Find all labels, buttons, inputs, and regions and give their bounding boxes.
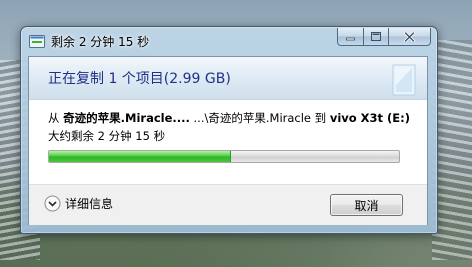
minimize-icon [346,37,355,40]
from-label: 从 [48,111,60,125]
desktop-background-right [432,40,472,260]
close-icon [404,31,415,42]
dialog-footer: 详细信息 取消 [29,184,427,225]
chevron-down-icon [44,195,61,212]
copy-window-icon [29,35,45,48]
dialog-content: 正在复制 1 个项目(2.99 GB) 从 奇迹的苹果.Miracle.... … [28,56,428,225]
title-bar[interactable]: 剩余 2 分钟 15 秒 [21,27,437,55]
document-graphic-icon [387,63,419,97]
copy-progress-dialog: 剩余 2 分钟 15 秒 正在复制 1 个项目(2.99 GB) 从 奇迹的苹果… [20,26,438,234]
progress-fill [49,151,231,162]
to-label: 到 [314,111,327,125]
destination-name[interactable]: vivo X3t (E:) [330,111,410,125]
source-path[interactable]: ...\奇迹的苹果.Miracle [194,111,311,125]
caption-buttons [337,28,431,46]
copy-progress-bar [48,150,400,163]
close-button[interactable] [388,28,431,46]
window-title: 剩余 2 分钟 15 秒 [51,35,150,49]
time-remaining: 大约剩余 2 分钟 15 秒 [48,129,166,143]
cancel-button[interactable]: 取消 [330,194,403,216]
transfer-details: 从 奇迹的苹果.Miracle.... ...\奇迹的苹果.Miracle 到 … [48,110,410,126]
more-details-toggle[interactable]: 详细信息 [44,195,113,212]
minimize-button[interactable] [337,28,363,46]
copy-heading: 正在复制 1 个项目(2.99 GB) [48,71,231,87]
maximize-button[interactable] [363,28,388,46]
maximize-icon [371,32,381,41]
more-details-label[interactable]: 详细信息 [65,195,113,212]
source-name[interactable]: 奇迹的苹果.Miracle.... [63,111,190,125]
header-band: 正在复制 1 个项目(2.99 GB) [29,57,427,100]
